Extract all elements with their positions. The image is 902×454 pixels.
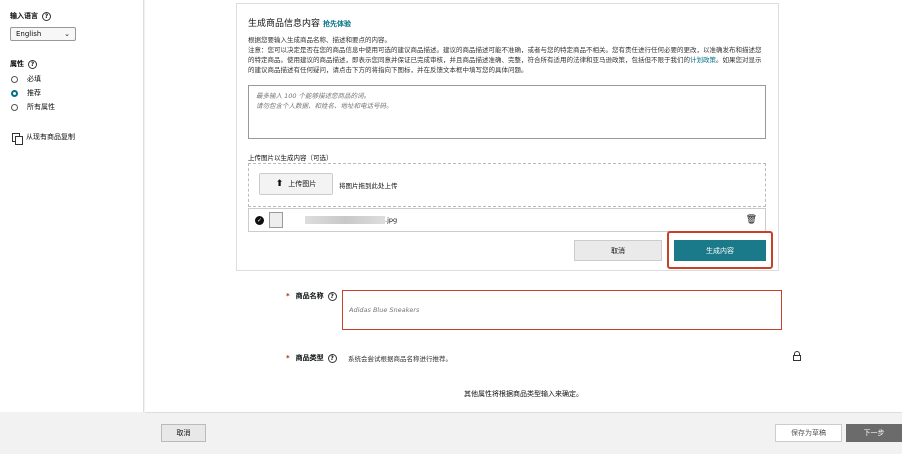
content-generator-card: 生成商品信息内容 抢先体验 根据您要输入生成商品名称、描述和要点的内容。 注意：您…: [236, 3, 779, 271]
blurred-filename: [305, 216, 385, 224]
copy-icon: [12, 132, 23, 145]
left-sidebar: 输入语言 ? English ⌄ 属性 ? 必填 推荐 所有属性 从现有商品复制: [0, 0, 144, 412]
language-select[interactable]: English ⌄: [10, 27, 76, 41]
radio-required[interactable]: 必填: [11, 74, 41, 84]
product-type-label: * 商品类型 ?: [286, 353, 337, 363]
generator-notice: 注意：您可以决定是否在您的商品信息中使用可选的建议商品描述。建议的商品描述可能不…: [248, 46, 762, 74]
help-icon[interactable]: ?: [42, 11, 51, 21]
upload-image-button[interactable]: ⬆ 上传图片: [259, 173, 333, 195]
input-language-label: 输入语言 ?: [10, 11, 51, 21]
copy-from-existing-link[interactable]: 从现有商品复制: [12, 132, 75, 145]
trash-icon[interactable]: 🗑: [746, 215, 757, 225]
file-thumbnail: [269, 212, 283, 228]
lock-icon: [793, 351, 801, 361]
attributes-label: 属性 ?: [10, 59, 37, 69]
cancel-generate-button[interactable]: 取消: [574, 240, 662, 261]
help-icon[interactable]: ?: [28, 59, 37, 69]
radio-recommended[interactable]: 推荐: [11, 88, 41, 98]
other-attributes-note: 其他属性将根据商品类型输入来确定。: [464, 390, 583, 398]
radio-button[interactable]: [11, 103, 18, 111]
product-name-label: * 商品名称 ?: [286, 291, 337, 301]
generator-title: 生成商品信息内容 抢先体验: [248, 19, 352, 29]
generate-content-button[interactable]: 生成内容: [674, 240, 766, 261]
help-icon[interactable]: ?: [327, 353, 337, 363]
footer-cancel-button[interactable]: 取消: [161, 424, 206, 442]
main-content: 生成商品信息内容 抢先体验 根据您要输入生成商品名称、描述和要点的内容。 注意：您…: [145, 0, 902, 412]
radio-button[interactable]: [11, 75, 18, 83]
uploaded-file-row: ✓ .jpg 🗑: [248, 208, 766, 232]
program-policy-link[interactable]: 计划政策: [690, 56, 716, 64]
help-icon[interactable]: ?: [327, 291, 337, 301]
check-circle-icon: ✓: [255, 215, 264, 225]
radio-button[interactable]: [11, 89, 18, 97]
early-access-badge: 抢先体验: [323, 20, 352, 28]
chevron-down-icon: ⌄: [64, 30, 70, 38]
drop-hint: 将图片拖到此处上传: [339, 182, 398, 190]
product-type-hint: 系统会尝试根据商品名称进行推荐。: [348, 355, 452, 363]
save-draft-button[interactable]: 保存为草稿: [775, 424, 842, 442]
image-dropzone[interactable]: ⬆ 上传图片 将图片拖到此处上传: [248, 163, 766, 207]
upload-icon: ⬆: [275, 179, 284, 189]
next-button[interactable]: 下一步: [846, 424, 902, 442]
description-textarea[interactable]: [248, 85, 766, 139]
generator-intro: 根据您要输入生成商品名称、描述和要点的内容。: [248, 36, 391, 44]
radio-all-attributes[interactable]: 所有属性: [11, 102, 55, 112]
file-extension: .jpg: [385, 216, 398, 224]
upload-label: 上传图片以生成内容（可选）: [248, 154, 333, 162]
product-name-input[interactable]: [342, 290, 782, 330]
footer-bar: 取消 保存为草稿 下一步: [145, 412, 902, 454]
